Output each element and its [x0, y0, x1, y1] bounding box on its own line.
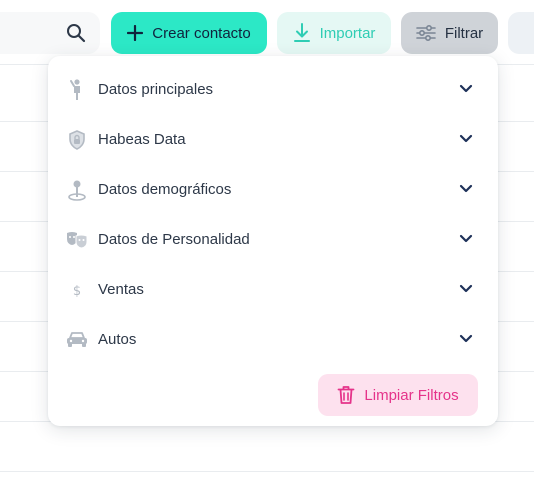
- search-icon[interactable]: [66, 23, 86, 43]
- filter-item-datos-personalidad[interactable]: Datos de Personalidad: [48, 220, 498, 260]
- plus-icon: [127, 25, 144, 41]
- filter-item-label: Ventas: [98, 281, 144, 298]
- clear-filters-label: Limpiar Filtros: [364, 386, 459, 404]
- filter-button[interactable]: Filtrar: [401, 12, 498, 54]
- filter-item-label: Autos: [98, 331, 137, 348]
- download-icon: [293, 23, 310, 42]
- filter-item-label: Habeas Data: [98, 131, 186, 148]
- filter-item-habeas-data[interactable]: Habeas Data: [48, 120, 498, 160]
- theater-masks-icon: [66, 229, 88, 251]
- chevron-down-icon: [459, 84, 473, 93]
- dollar-icon: $: [66, 279, 88, 301]
- chevron-down-icon: [459, 284, 473, 293]
- create-contact-button[interactable]: Crear contacto: [111, 12, 267, 54]
- more-button[interactable]: [508, 12, 534, 54]
- import-label: Importar: [319, 24, 376, 42]
- filter-item-autos[interactable]: Autos: [48, 320, 498, 360]
- filter-item-label: Datos demográficos: [98, 181, 232, 198]
- car-icon: [66, 329, 88, 351]
- chevron-down-icon: [459, 234, 473, 243]
- chevron-down-icon: [459, 334, 473, 343]
- contacts-page: Crear contacto Importar Filtrar Datos pr…: [0, 0, 534, 478]
- filter-label: Filtrar: [444, 24, 484, 42]
- filter-item-datos-demograficos[interactable]: Datos demográficos: [48, 170, 498, 210]
- location-pin-icon: [66, 179, 88, 201]
- import-button[interactable]: Importar: [277, 12, 391, 54]
- filter-dropdown: Datos principales Habeas Data Datos demo…: [48, 56, 498, 426]
- person-icon: [66, 79, 88, 101]
- svg-text:$: $: [73, 284, 81, 299]
- shield-lock-icon: [66, 129, 88, 151]
- sliders-icon: [416, 24, 436, 42]
- filter-item-datos-principales[interactable]: Datos principales: [48, 70, 498, 110]
- chevron-down-icon: [459, 184, 473, 193]
- create-contact-label: Crear contacto: [152, 24, 251, 42]
- filter-item-label: Datos de Personalidad: [98, 231, 250, 248]
- clear-filters-button[interactable]: Limpiar Filtros: [318, 374, 478, 416]
- table-row-divider: [0, 471, 534, 472]
- trash-icon: [338, 386, 355, 404]
- chevron-down-icon: [459, 134, 473, 143]
- filter-item-ventas[interactable]: $ Ventas: [48, 270, 498, 310]
- filter-item-label: Datos principales: [98, 81, 214, 98]
